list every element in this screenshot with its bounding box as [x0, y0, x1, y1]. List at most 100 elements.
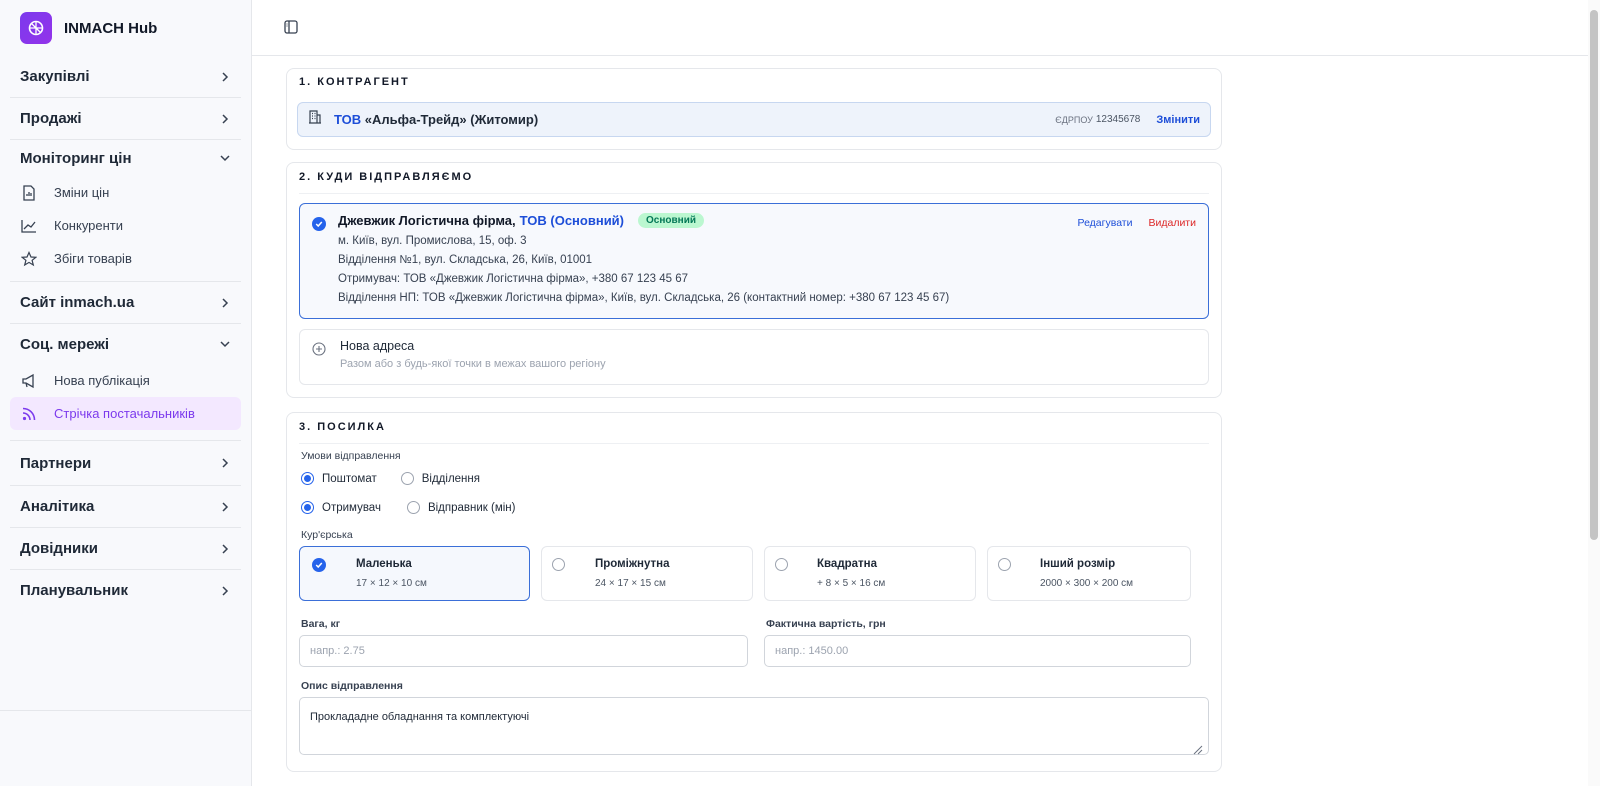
description-label: Опис відправлення	[301, 680, 403, 692]
radio-button[interactable]	[775, 558, 788, 571]
radio-button[interactable]	[406, 501, 420, 514]
address-line: Відділення НП: ТОВ «Джевжик Логістична ф…	[338, 292, 950, 304]
nav-group-sales: Продажі	[10, 98, 241, 140]
address-line: м. Київ, вул. Промислова, 15, оф. 3	[338, 235, 527, 247]
check-circle-icon	[312, 217, 326, 231]
size-option-medium[interactable]: Проміжнутна 24 × 17 × 15 см	[541, 546, 753, 601]
nav-site[interactable]: Сайт inmach.ua	[10, 282, 241, 323]
address-line: Отримувач: ТОВ «Джевжик Логістична фірма…	[338, 273, 689, 285]
nav-partners[interactable]: Партнери	[10, 441, 241, 485]
star-icon	[20, 250, 38, 268]
nav-group-price-monitoring: Моніторинг цін Зміни цін Конкуренти Збіг…	[10, 140, 241, 282]
nav-group-planner: Планувальник	[10, 570, 241, 611]
size-dims: + 8 × 5 × 16 см	[817, 578, 886, 589]
address-actions: Редагувати Видалити	[1078, 217, 1196, 229]
main-content: 1. КОНТРАГЕНТ ТОВ «Альфа-Трейд» (Житомир…	[252, 56, 1588, 786]
radio-button[interactable]	[301, 501, 314, 514]
scrollbar-thumb[interactable]	[1590, 10, 1598, 540]
topbar	[252, 0, 1588, 56]
nav-sales[interactable]: Продажі	[10, 98, 241, 139]
size-dims: 24 × 17 × 15 см	[595, 578, 666, 589]
nav-sub-label: Збіги товарів	[54, 251, 132, 266]
check-circle-icon	[312, 558, 326, 572]
nav-label: Партнери	[20, 454, 92, 472]
nav-product-matches[interactable]: Збіги товарів	[10, 242, 241, 275]
chevron-right-icon	[219, 297, 231, 309]
chevron-down-icon	[219, 152, 231, 164]
size-name: Проміжнутна	[595, 558, 670, 570]
nav-social[interactable]: Соц. мережі	[10, 324, 241, 364]
edrpou-value: 12345678	[1095, 114, 1141, 125]
resize-grip-icon[interactable]	[1193, 742, 1203, 755]
description-textarea[interactable]: Проклададне обладнання та комплектуючі	[299, 697, 1209, 755]
sidebar: INMACH Hub Закупівлі Продажі Моніторинг …	[0, 0, 252, 786]
section-parcel: 3. ПОСИЛКА Умови відправлення Поштомат В…	[286, 412, 1222, 772]
size-dims: 17 × 12 × 10 см	[356, 578, 427, 589]
radio-button[interactable]	[552, 558, 565, 571]
nav-label: Моніторинг цін	[20, 149, 132, 167]
trend-chart-icon	[20, 217, 38, 235]
nav-group-references: Довідники	[10, 528, 241, 570]
size-option-square[interactable]: Квадратна + 8 × 5 × 16 см	[764, 546, 976, 601]
radio-label: Отримувач	[322, 501, 381, 514]
nav-references[interactable]: Довідники	[10, 528, 241, 569]
courier-label: Кур'єрська	[301, 529, 353, 541]
section-title: 3. ПОСИЛКА	[299, 421, 386, 433]
nav-purchases[interactable]: Закупівлі	[10, 56, 241, 97]
chevron-right-icon	[219, 585, 231, 597]
size-name: Квадратна	[817, 558, 878, 570]
size-option-custom[interactable]: Інший розмір 2000 × 300 × 200 см	[987, 546, 1191, 601]
radio-button[interactable]	[400, 472, 414, 485]
nav-planner[interactable]: Планувальник	[10, 570, 241, 611]
nav-group-partners: Партнери	[10, 441, 241, 486]
cost-label: Фактична вартість, грн	[766, 618, 886, 630]
nav-supplier-feed[interactable]: Стрічка постачальників	[10, 397, 241, 430]
document-chart-icon	[20, 184, 38, 202]
chevron-right-icon	[219, 71, 231, 83]
sidebar-toggle-icon[interactable]	[284, 20, 300, 36]
building-icon	[308, 110, 322, 129]
nav-price-changes[interactable]: Зміни цін	[10, 176, 241, 209]
address-title: Джевжик Логістична фірма, ТОВ (Основний)…	[338, 213, 949, 228]
nav-competitors[interactable]: Конкуренти	[10, 209, 241, 242]
size-option-small[interactable]: Маленька 17 × 12 × 10 см	[299, 546, 530, 601]
scrollbar-track[interactable]	[1588, 0, 1600, 786]
sidebar-footer	[0, 710, 252, 786]
counterparty-row: ТОВ «Альфа-Трейд» (Житомир) ЄДРПОУ 12345…	[297, 102, 1211, 137]
nav-group-site: Сайт inmach.ua	[10, 282, 241, 324]
edrpou-label: ЄДРПОУ	[1055, 114, 1093, 125]
counterparty-name-text: «Альфа-Трейд» (Житомир)	[364, 112, 539, 127]
delete-address-button[interactable]: Видалити	[1148, 217, 1196, 229]
change-counterparty-button[interactable]: Змінити	[1156, 114, 1200, 126]
chevron-right-icon	[219, 501, 231, 513]
nav-label: Планувальник	[20, 582, 128, 599]
radio-parcel-locker[interactable]: Поштомат	[301, 472, 377, 485]
primary-badge: Основний	[638, 213, 704, 228]
chevron-right-icon	[219, 113, 231, 125]
radio-button[interactable]	[998, 558, 1011, 571]
nav-label: Продажі	[20, 110, 82, 127]
nav-price-monitoring[interactable]: Моніторинг цін	[10, 140, 241, 176]
section-title: 1. КОНТРАГЕНТ	[299, 76, 410, 88]
nav-label: Довідники	[20, 540, 98, 557]
radio-button[interactable]	[301, 472, 314, 485]
radio-branch[interactable]: Відділення	[400, 472, 480, 485]
new-address-card[interactable]: Нова адреса Разом або з будь-якої точки …	[299, 329, 1209, 385]
radio-sender[interactable]: Відправник (мін)	[406, 501, 515, 514]
radio-recipient[interactable]: Отримувач	[301, 501, 381, 514]
counterparty-name: ТОВ «Альфа-Трейд» (Житомир)	[334, 112, 538, 127]
brand[interactable]: INMACH Hub	[0, 0, 251, 56]
payer-group: Отримувач Відправник (мін)	[301, 501, 515, 514]
cost-input[interactable]	[764, 635, 1191, 667]
nav-sub-label: Нова публікація	[54, 373, 150, 388]
brand-name: INMACH Hub	[64, 19, 158, 37]
divider	[299, 193, 1209, 194]
edit-address-button[interactable]: Редагувати	[1078, 217, 1133, 229]
brand-logo-icon	[20, 12, 52, 44]
chevron-down-icon	[219, 338, 231, 350]
section-destination: 2. КУДИ ВІДПРАВЛЯЄМО Джевжик Логістична …	[286, 162, 1222, 398]
nav-new-post[interactable]: Нова публікація	[10, 364, 241, 397]
weight-input[interactable]	[299, 635, 748, 667]
address-card-selected[interactable]: Джевжик Логістична фірма, ТОВ (Основний)…	[299, 203, 1209, 319]
nav-analytics[interactable]: Аналітика	[10, 486, 241, 527]
